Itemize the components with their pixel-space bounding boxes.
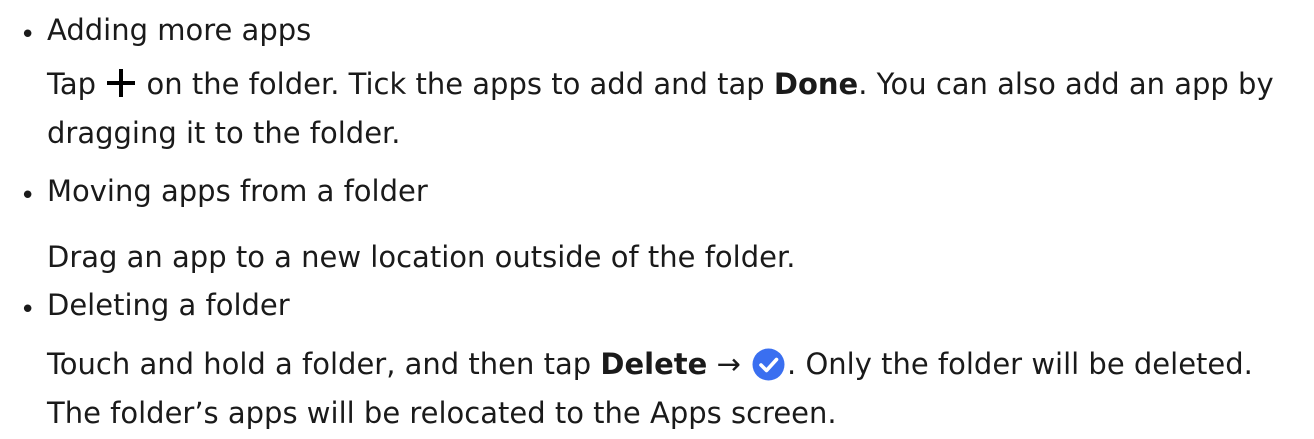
plus-icon bbox=[107, 69, 136, 97]
item-body: Touch and hold a folder, and then tap De… bbox=[47, 347, 1253, 430]
item-body: Drag an app to a new location outside of… bbox=[47, 240, 796, 274]
item-title: Moving apps from a folder bbox=[47, 174, 428, 208]
item-title: Deleting a folder bbox=[47, 288, 290, 322]
item-body: Tap on the folder. Tick the apps to add … bbox=[47, 67, 1274, 150]
bullet: • bbox=[20, 20, 36, 50]
bullet: • bbox=[20, 295, 36, 325]
bullet: • bbox=[20, 181, 36, 211]
check-circle-icon bbox=[752, 348, 785, 381]
item-title: Adding more apps bbox=[47, 13, 312, 47]
